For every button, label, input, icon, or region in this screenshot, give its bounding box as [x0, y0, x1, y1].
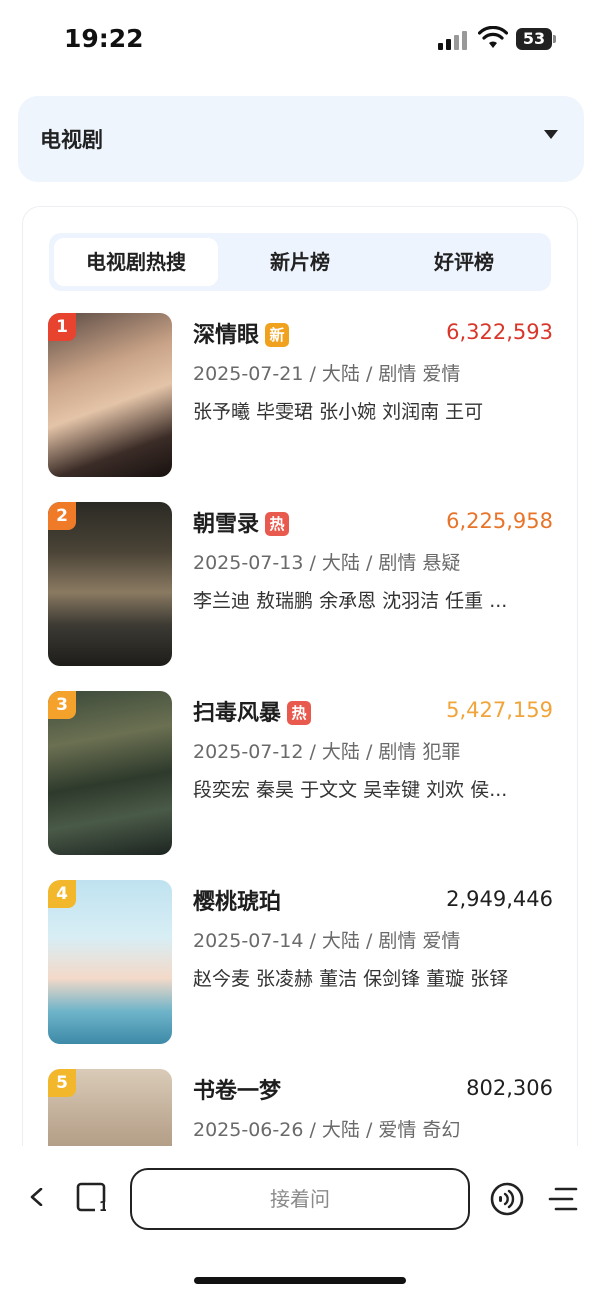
rank-badge: 3: [48, 691, 76, 719]
item-meta: 2025-07-12 / 大陆 / 剧情 犯罪: [193, 741, 461, 763]
heat-score: 2,949,446: [446, 887, 553, 911]
item-cast: 张予曦 毕雯珺 张小婉 刘润南 王可: [193, 401, 484, 423]
poster-image[interactable]: 4: [48, 880, 172, 1044]
status-bar: 19:22 53: [0, 0, 600, 80]
back-icon[interactable]: [28, 1188, 46, 1206]
item-title[interactable]: 扫毒风暴热: [193, 695, 312, 727]
category-dropdown[interactable]: 电视剧: [18, 96, 584, 182]
item-meta: 2025-06-26 / 大陆 / 爱情 奇幻: [193, 1119, 461, 1141]
heat-score: 6,225,958: [446, 509, 553, 533]
item-cast: 段奕宏 秦昊 于文文 吴幸键 刘欢 侯...: [193, 779, 508, 801]
rank-badge: 2: [48, 502, 76, 530]
hot-tag: 热: [265, 512, 290, 536]
item-meta: 2025-07-21 / 大陆 / 剧情 爱情: [193, 363, 461, 385]
rank-badge: 5: [48, 1069, 76, 1097]
home-indicator: [194, 1277, 406, 1284]
item-cast: 赵今麦 张凌赫 董洁 保剑锋 董璇 张铎: [193, 968, 509, 990]
item-title[interactable]: 深情眼新: [193, 317, 290, 349]
category-label: 电视剧: [40, 128, 103, 152]
hot-tag: 热: [287, 701, 312, 725]
poster-image[interactable]: 3: [48, 691, 172, 855]
battery-icon: 53: [516, 28, 552, 50]
status-time: 19:22: [64, 24, 144, 53]
item-meta: 2025-07-14 / 大陆 / 剧情 爱情: [193, 930, 461, 952]
item-title[interactable]: 书卷一梦: [193, 1073, 281, 1105]
new-tag: 新: [265, 323, 290, 347]
rank-badge: 1: [48, 313, 76, 341]
heat-score: 5,427,159: [446, 698, 553, 722]
heat-score: 6,322,593: [446, 320, 553, 344]
tab-new-releases[interactable]: 新片榜: [218, 238, 382, 286]
rank-badge: 4: [48, 880, 76, 908]
item-title[interactable]: 朝雪录热: [193, 506, 290, 538]
tab-bar: 电视剧热搜 新片榜 好评榜: [49, 233, 551, 291]
item-cast: 李兰迪 敖瑞鹏 余承恩 沈羽洁 任重 ...: [193, 590, 508, 612]
item-title[interactable]: 樱桃琥珀: [193, 884, 281, 916]
heat-score: 802,306: [466, 1076, 553, 1100]
tab-tv-hot-search[interactable]: 电视剧热搜: [54, 238, 218, 286]
list-item[interactable]: 1 深情眼新 6,322,593 2025-07-21 / 大陆 / 剧情 爱情…: [23, 311, 579, 481]
tabs-icon[interactable]: 1: [76, 1182, 106, 1212]
poster-image[interactable]: 2: [48, 502, 172, 666]
chevron-down-icon: [544, 130, 558, 139]
wifi-icon: [478, 26, 508, 48]
item-meta: 2025-07-13 / 大陆 / 剧情 悬疑: [193, 552, 461, 574]
battery-tip: [553, 35, 556, 43]
bottom-toolbar: 1 接着问: [0, 1146, 600, 1298]
list-item[interactable]: 3 扫毒风暴热 5,427,159 2025-07-12 / 大陆 / 剧情 犯…: [23, 689, 579, 859]
ranking-card: 电视剧热搜 新片榜 好评榜 1 深情眼新 6,322,593 2025-07-2…: [22, 206, 579, 1233]
follow-up-input[interactable]: 接着问: [130, 1168, 470, 1230]
poster-image[interactable]: 1: [48, 313, 172, 477]
list-item[interactable]: 4 樱桃琥珀 2,949,446 2025-07-14 / 大陆 / 剧情 爱情…: [23, 878, 579, 1048]
list-item[interactable]: 2 朝雪录热 6,225,958 2025-07-13 / 大陆 / 剧情 悬疑…: [23, 500, 579, 670]
tab-top-rated[interactable]: 好评榜: [382, 238, 546, 286]
menu-icon[interactable]: [548, 1186, 578, 1212]
voice-icon[interactable]: [490, 1182, 524, 1216]
svg-text:1: 1: [99, 1200, 106, 1212]
signal-icon: [438, 30, 468, 50]
